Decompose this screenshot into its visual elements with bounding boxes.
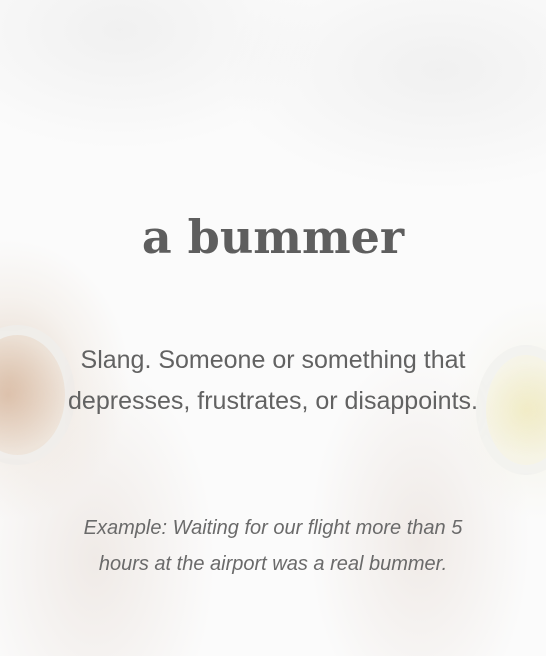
example-text: Example: Waiting for our flight more tha… [10, 510, 536, 582]
definition-line-2: depresses, frustrates, or disappoints. [68, 387, 478, 415]
example-line-1: Example: Waiting for our flight more tha… [83, 517, 463, 539]
definition-text: Slang. Someone or something that depress… [10, 340, 536, 422]
term-title: a bummer [141, 210, 405, 264]
example-line-2: hours at the airport was a real bummer. [98, 553, 448, 575]
definition-card: a bummer Slang. Someone or something tha… [0, 0, 546, 656]
definition-line-1: Slang. Someone or something that [80, 346, 466, 374]
